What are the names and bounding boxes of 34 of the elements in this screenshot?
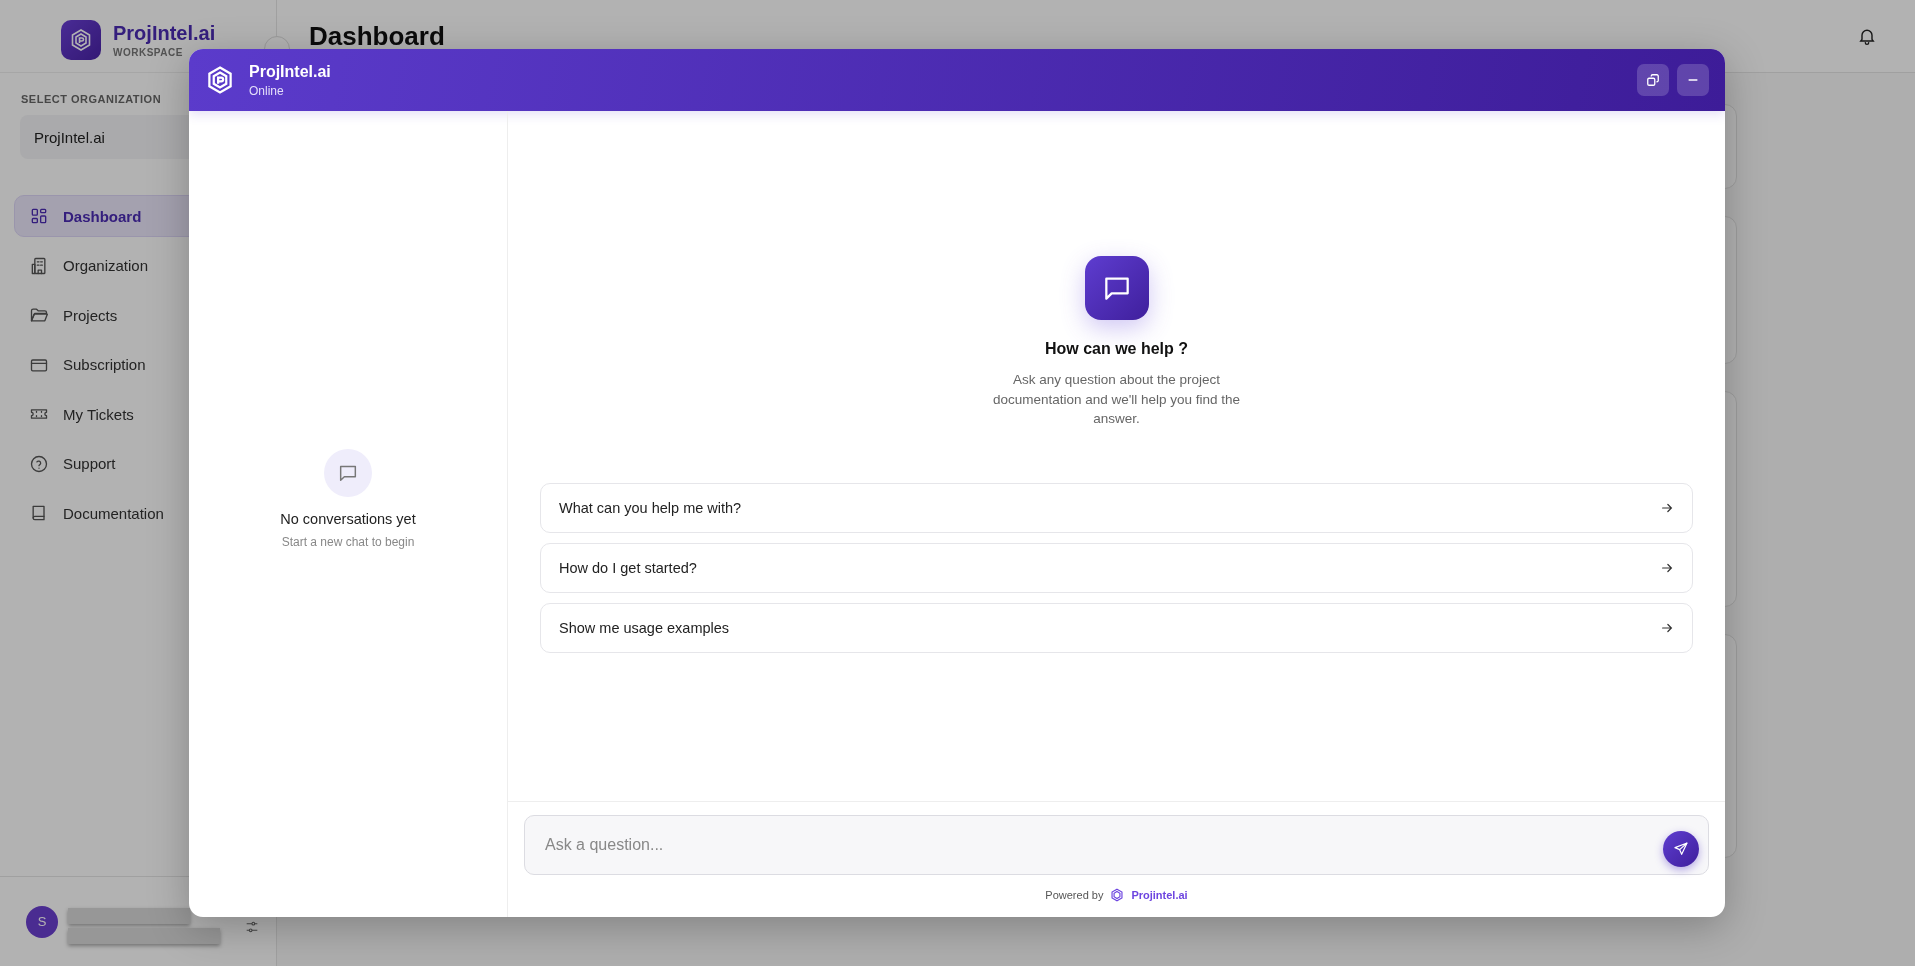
welcome-text: Ask any question about the project documentation and we'll help you find the answer.	[991, 371, 1242, 428]
suggestion-button[interactable]: Show me usage examples	[540, 602, 1693, 653]
chat-icon	[1084, 256, 1149, 320]
chat-icon	[324, 449, 372, 497]
user-avatar[interactable]: S	[26, 905, 58, 938]
logo-icon	[205, 65, 235, 95]
logo-icon	[1110, 888, 1125, 902]
restore-button[interactable]	[1637, 64, 1669, 96]
question-field[interactable]: Ask a question...	[524, 815, 1709, 875]
nav-item[interactable]: Support	[14, 442, 262, 485]
empty-subtitle: Start a new chat to begin	[281, 535, 415, 549]
welcome-title: How can we help ?	[1044, 340, 1189, 358]
restore-icon	[1646, 73, 1660, 87]
help-icon	[29, 453, 49, 474]
chat-title: ProjIntel.ai	[249, 62, 331, 81]
brand-name: ProjIntel.ai	[113, 22, 216, 45]
send-icon	[1673, 841, 1689, 857]
nav-item[interactable]: Subscription	[14, 343, 262, 386]
status-text: Online	[249, 83, 285, 98]
nav-item[interactable]: My Tickets	[14, 393, 262, 435]
page-title: Dashboard	[309, 20, 445, 52]
nav-item[interactable]: Documentation	[14, 492, 262, 534]
logo-icon	[61, 20, 101, 60]
section-label: SELECT ORGANIZATION	[21, 93, 162, 105]
powered-by-text: Powered by	[1045, 889, 1104, 901]
empty-title: No conversations yet	[280, 511, 416, 527]
suggestion-button[interactable]: How do I get started?	[540, 542, 1693, 593]
building-icon	[29, 255, 49, 276]
grid-icon	[29, 206, 49, 226]
brand-link[interactable]: Projintel.ai	[1131, 889, 1188, 901]
suggestion-button[interactable]: What can you help me with?	[540, 482, 1693, 533]
brand-subtitle: WORKSPACE	[113, 47, 184, 58]
nav-item[interactable]: Projects	[14, 294, 262, 336]
nav-item[interactable]: Organization	[14, 244, 262, 287]
